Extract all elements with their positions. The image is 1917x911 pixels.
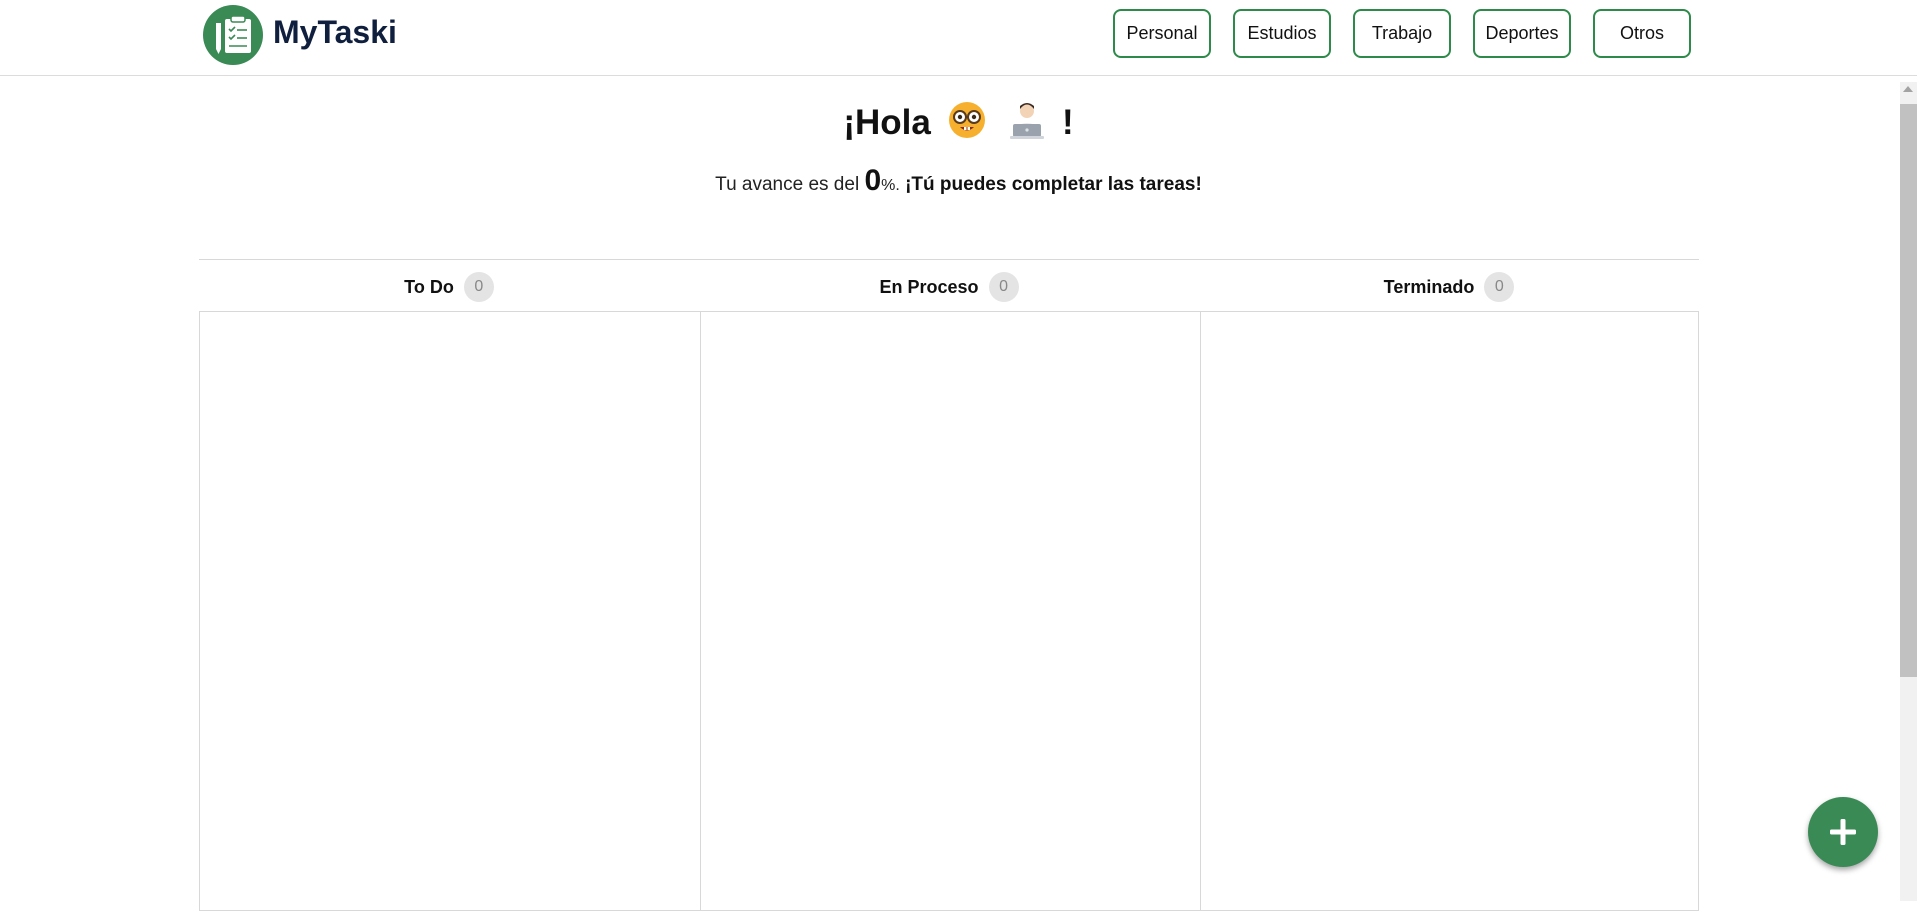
kanban-board (199, 311, 1699, 911)
column-divider (700, 312, 701, 910)
nerd-face-icon (947, 100, 987, 149)
greeting-text: ¡Hola (843, 102, 931, 142)
greeting-heading: ¡Hola ! (0, 100, 1917, 149)
column-count-badge: 0 (1484, 272, 1515, 302)
clipboard-pencil-icon[interactable] (203, 5, 263, 65)
technologist-icon (1008, 100, 1046, 149)
column-divider (1200, 312, 1201, 910)
add-task-button[interactable] (1808, 797, 1878, 867)
column-title: To Do (404, 276, 454, 297)
board-divider (199, 259, 1699, 260)
column-header-todo: To Do 0 (199, 272, 699, 302)
progress-label: Tu avance es del (715, 174, 865, 195)
category-button-estudios[interactable]: Estudios (1233, 9, 1331, 58)
column-count-badge: 0 (988, 272, 1019, 302)
progress-unit: %. (881, 177, 900, 194)
column-title: En Proceso (879, 276, 979, 297)
encouragement-text: ¡Tú puedes completar las tareas! (899, 174, 1202, 195)
brand-name[interactable]: MyTaski (273, 14, 397, 51)
plus-icon (1830, 819, 1856, 845)
top-navbar: MyTaski Personal Estudios Trabajo Deport… (0, 0, 1917, 76)
column-title: Terminado (1383, 276, 1475, 297)
scroll-up-arrow-icon[interactable] (1903, 86, 1913, 92)
progress-value: 0 (864, 164, 882, 197)
column-header-terminado: Terminado 0 (1199, 272, 1699, 302)
greeting-exclamation: ! (1062, 102, 1074, 142)
category-button-personal[interactable]: Personal (1113, 9, 1211, 58)
category-button-otros[interactable]: Otros (1593, 9, 1691, 58)
column-header-en-proceso: En Proceso 0 (699, 272, 1199, 302)
category-button-deportes[interactable]: Deportes (1473, 9, 1571, 58)
category-button-trabajo[interactable]: Trabajo (1353, 9, 1451, 58)
progress-message: Tu avance es del 0%. ¡Tú puedes completa… (0, 164, 1917, 198)
column-count-badge: 0 (463, 272, 494, 302)
